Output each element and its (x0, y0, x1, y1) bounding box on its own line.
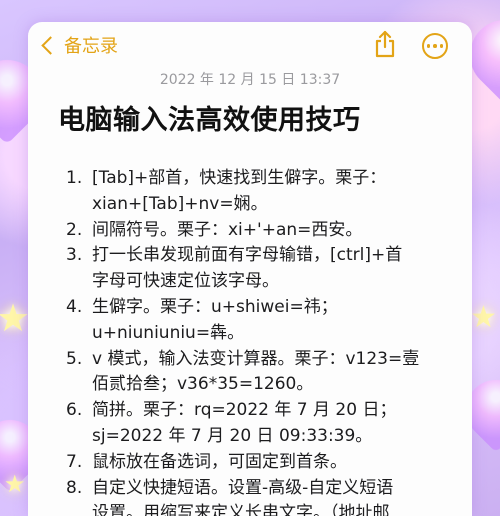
list-item: 4. 生僻字。栗子：u+shiwei=祎； u+niuniuniu=犇。 (66, 295, 466, 347)
more-icon (426, 44, 431, 48)
list-item-text: v 模式，输入法变计算器。栗子：v123=壹 (92, 348, 420, 369)
more-icon-dot (433, 44, 437, 48)
list-item-text: xian+[Tab]+nv=娴。 (92, 193, 268, 214)
list-item-number: 2. (66, 219, 83, 240)
list-item-number: 6. (66, 400, 83, 421)
list-item: 5. v 模式，输入法变计算器。栗子：v123=壹 佰贰拾叁；v36*35=12… (66, 347, 466, 399)
note-date: 2022 年 12 月 15 日 13:37 (159, 72, 341, 88)
list-item-text: 鼠标放在备选词，可固定到首条。 (92, 451, 347, 472)
more-button[interactable] (422, 33, 448, 59)
list-item-text: [Tab]+部首，快速找到生僻字。栗子： (92, 168, 387, 188)
list-item-text: 打一长串发现前面有字母输错，[ctrl]+首 (92, 245, 403, 266)
list-item-text: 生僻字。栗子：u+shiwei=祎； (92, 296, 338, 317)
note-list: 1. [Tab]+部首，快速找到生僻字。栗子： xian+[Tab]+nv=娴。… (66, 166, 466, 516)
list-item-text: 佰贰拾叁；v36*35=1260。 (92, 374, 314, 395)
list-item-text: 自定义快捷短语。设置-高级-自定义短语 (92, 477, 394, 498)
list-item-text: sj=2022 年 7 月 20 日 09:33:39。 (92, 425, 373, 446)
list-item: 1. [Tab]+部首，快速找到生僻字。栗子： xian+[Tab]+nv=娴。 (66, 166, 466, 218)
more-icon-dot (439, 44, 444, 48)
list-item: 6. 简拼。栗子：rq=2022 年 7 月 20 日； sj=2022 年 7… (66, 398, 466, 450)
list-item: 2. 间隔符号。栗子：xi+'+an=西安。 (66, 218, 466, 244)
list-item: 7. 鼠标放在备选词，可固定到首条。 (66, 450, 466, 476)
list-item-number: 5. (66, 348, 83, 369)
list-item-number: 8. (66, 477, 83, 498)
list-item-text: 设置。用缩写来定义长串文字。（地址邮 (92, 503, 390, 516)
list-item: 8. 自定义快捷短语。设置-高级-自定义短语 设置。用缩写来定义长串文字。（地址… (66, 476, 466, 516)
list-item-number: 7. (66, 451, 83, 472)
list-item: 3. 打一长串发现前面有字母输错，[ctrl]+首 字母可快速定位该字母。 (66, 243, 466, 295)
star-decoration: ★ (4, 470, 26, 498)
note-title: 电脑输入法高效使用技巧 (58, 105, 361, 136)
star-decoration: ★ (470, 300, 497, 335)
note-card: 备忘录 2022 年 12 月 15 日 13:37 电脑输入法高效使用技巧 1… (28, 22, 472, 516)
list-item-number: 1. (66, 168, 83, 188)
navigation-bar: 备忘录 (28, 22, 472, 70)
list-item-text: 简拼。栗子：rq=2022 年 7 月 20 日； (92, 400, 397, 421)
back-button[interactable]: 备忘录 (38, 32, 118, 58)
share-button[interactable] (372, 30, 398, 58)
list-item-text: 间隔符号。栗子：xi+'+an=西安。 (92, 219, 363, 240)
share-icon (375, 30, 395, 58)
list-item-number: 4. (66, 296, 83, 317)
star-decoration: ★ (0, 296, 31, 340)
list-item-text: 字母可快速定位该字母。 (92, 271, 279, 292)
list-item-number: 3. (66, 245, 83, 266)
list-item-text: u+niuniuniu=犇。 (92, 322, 245, 343)
back-button-label: 备忘录 (64, 36, 118, 57)
chevron-left-icon (41, 35, 60, 55)
